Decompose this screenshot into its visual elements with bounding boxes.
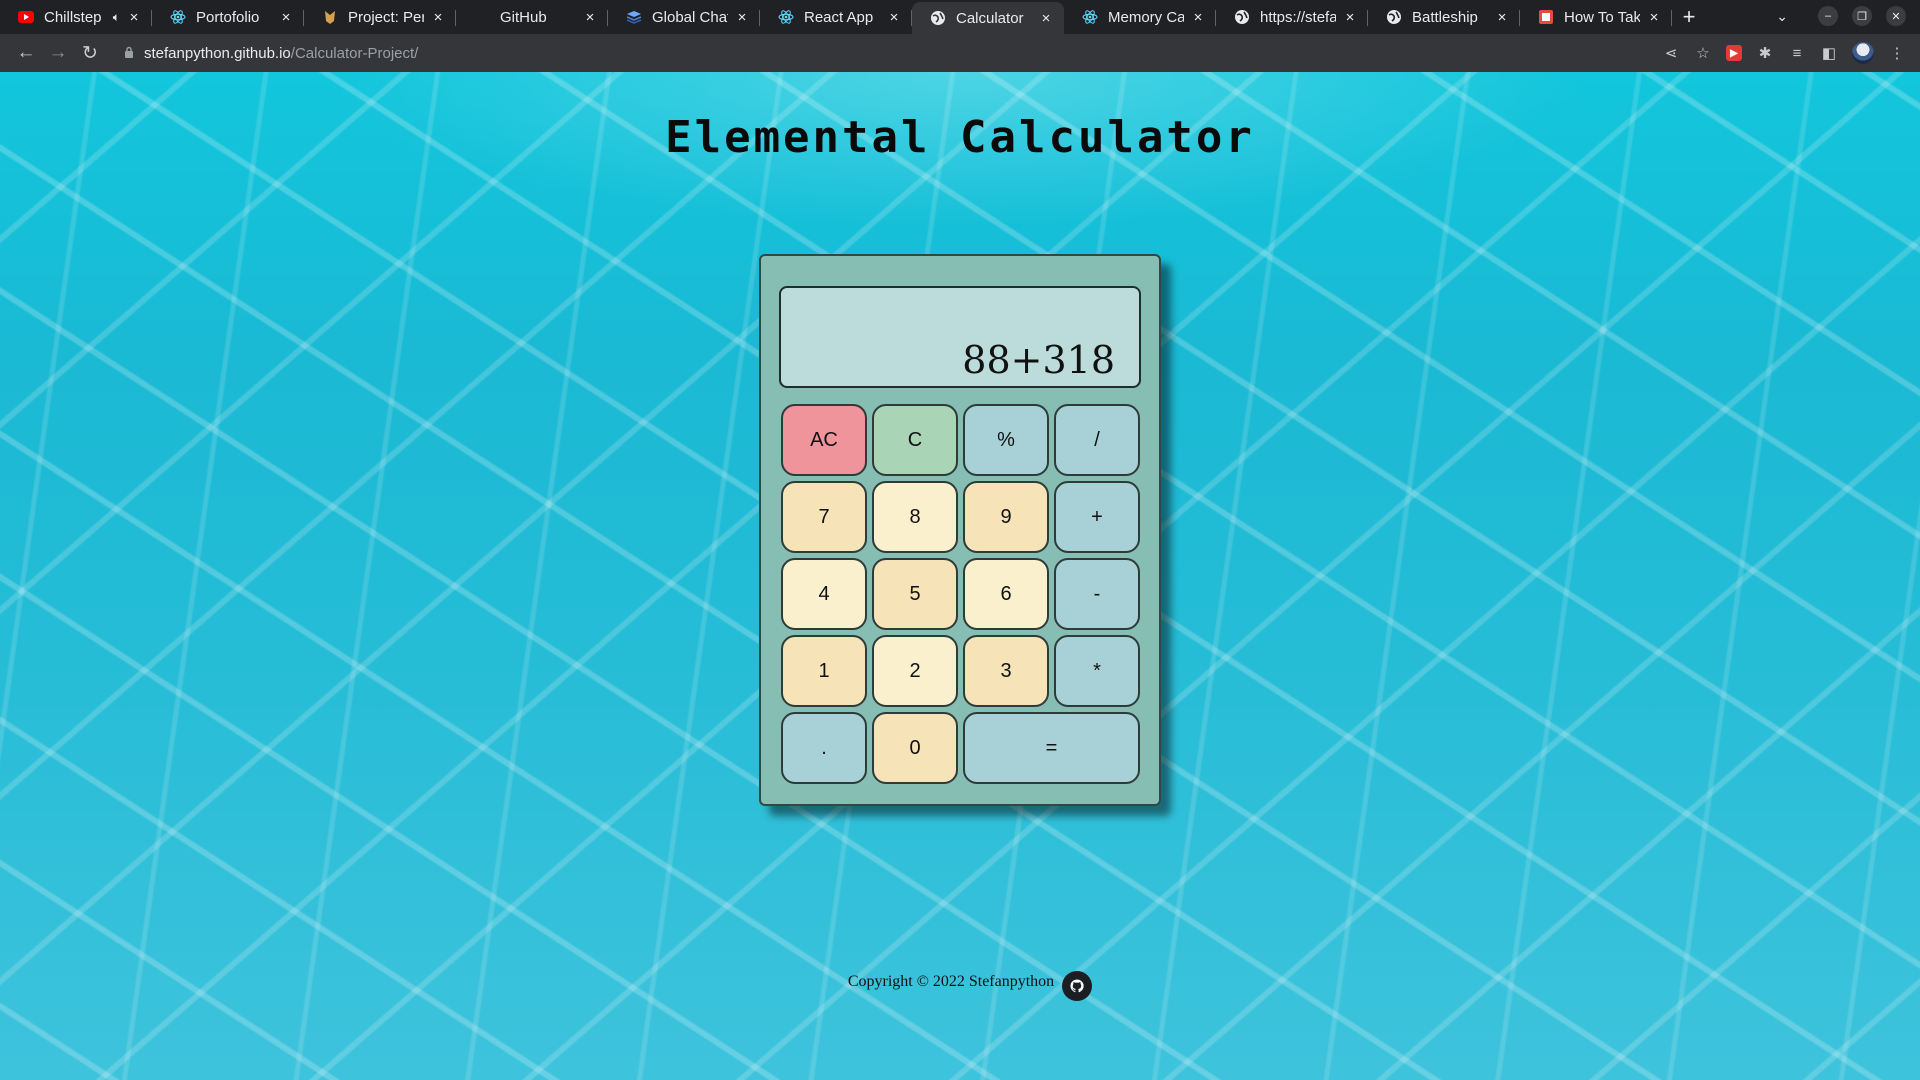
tab-memory-card[interactable]: Memory Carc × [1064, 2, 1216, 32]
close-icon[interactable]: × [126, 9, 142, 26]
globe-icon [930, 10, 946, 26]
tab-calculator[interactable]: Calculator × [912, 2, 1064, 34]
tab-battleship[interactable]: Battleship × [1368, 2, 1520, 32]
close-window-icon[interactable]: ✕ [1886, 6, 1906, 26]
key-percent[interactable]: % [963, 404, 1049, 476]
close-icon[interactable]: × [734, 9, 750, 26]
lock-icon [124, 46, 134, 61]
address-bar[interactable]: stefanpython.github.io/Calculator-Projec… [114, 38, 418, 68]
key-5[interactable]: 5 [872, 558, 958, 630]
reload-icon[interactable]: ↻ [74, 37, 106, 69]
close-icon[interactable]: × [1190, 9, 1206, 26]
close-icon[interactable]: × [1342, 9, 1358, 26]
close-icon[interactable]: × [886, 9, 902, 26]
key-minus[interactable]: - [1054, 558, 1140, 630]
close-icon[interactable]: × [1646, 9, 1662, 26]
back-icon[interactable]: ← [10, 37, 42, 69]
tab-strip: Chillstep 🔈︎ × Portofolio × Project: Per… [0, 0, 1920, 34]
key-plus[interactable]: + [1054, 481, 1140, 553]
article-icon [1538, 9, 1554, 25]
github-icon[interactable] [1062, 971, 1093, 1001]
page-content: Elemental Calculator 88+318 AC C % / 7 8… [0, 72, 1920, 1080]
calculator-display: 88+318 [779, 286, 1141, 388]
key-7[interactable]: 7 [781, 481, 867, 553]
url-path: /Calculator-Project/ [290, 44, 419, 62]
key-multiply[interactable]: * [1054, 635, 1140, 707]
media-icon[interactable]: ≡ [1788, 45, 1806, 62]
key-6[interactable]: 6 [963, 558, 1049, 630]
side-panel-icon[interactable]: ◧ [1820, 44, 1838, 62]
calculator-keypad: AC C % / 7 8 9 + 4 5 6 - 1 2 3 * . 0 = [781, 404, 1141, 784]
speaker-icon[interactable]: 🔈︎ [113, 10, 120, 25]
react-icon [1082, 9, 1098, 25]
page-title: Elemental Calculator [665, 112, 1255, 163]
odin-icon [322, 9, 338, 25]
tab-how-to-take[interactable]: How To Take × [1520, 2, 1672, 32]
toolbar-actions: ⋖ ☆ ▶ ✱ ≡ ◧ ⋮ [1662, 38, 1906, 68]
globe-icon [1386, 9, 1402, 25]
tab-search-icon[interactable]: ⌄ [1776, 8, 1788, 25]
youtube-icon [18, 9, 34, 25]
tab-chillstep[interactable]: Chillstep 🔈︎ × [0, 2, 152, 32]
close-icon[interactable]: × [1494, 9, 1510, 26]
key-9[interactable]: 9 [963, 481, 1049, 553]
tab-stefa[interactable]: https://stefa × [1216, 2, 1368, 32]
browser-toolbar: ← → ↻ stefanpython.github.io/Calculator-… [0, 34, 1920, 72]
react-icon [170, 9, 186, 25]
tab-github[interactable]: GitHub × [456, 2, 608, 32]
key-8[interactable]: 8 [872, 481, 958, 553]
close-icon[interactable]: × [278, 9, 294, 26]
globe-icon [1234, 9, 1250, 25]
minimize-icon[interactable]: – [1818, 6, 1838, 26]
share-icon[interactable]: ⋖ [1662, 44, 1680, 62]
tab-global-chat[interactable]: Global Chat × [608, 2, 760, 32]
restore-icon[interactable]: ❐ [1852, 6, 1872, 26]
copyright-text: Copyright © 2022 Stefanpython [847, 973, 1055, 990]
footer: Copyright © 2022 Stefanpython [0, 963, 1920, 1001]
react-icon [778, 9, 794, 25]
key-2[interactable]: 2 [872, 635, 958, 707]
url-host: stefanpython.github.io [144, 44, 291, 62]
key-clear[interactable]: C [872, 404, 958, 476]
close-icon[interactable]: × [430, 9, 446, 26]
avatar[interactable] [1852, 42, 1874, 64]
tab-portofolio[interactable]: Portofolio × [152, 2, 304, 32]
key-divide[interactable]: / [1054, 404, 1140, 476]
key-decimal[interactable]: . [781, 712, 867, 784]
puzzle-icon[interactable]: ✱ [1756, 44, 1774, 62]
forward-icon[interactable]: → [42, 37, 74, 69]
stack-icon [626, 9, 642, 25]
close-icon[interactable]: × [582, 9, 598, 26]
star-icon[interactable]: ☆ [1694, 44, 1712, 62]
key-4[interactable]: 4 [781, 558, 867, 630]
key-3[interactable]: 3 [963, 635, 1049, 707]
tab-react-app[interactable]: React App × [760, 2, 912, 32]
calculator: 88+318 AC C % / 7 8 9 + 4 5 6 - 1 2 3 * … [759, 254, 1161, 806]
key-equals[interactable]: = [963, 712, 1140, 784]
key-0[interactable]: 0 [872, 712, 958, 784]
window-controls: ⌄ – ❐ ✕ [1776, 6, 1906, 26]
key-ac[interactable]: AC [781, 404, 867, 476]
new-tab-button[interactable]: + [1672, 2, 1706, 32]
github-icon [474, 9, 490, 25]
extension-icon[interactable]: ▶ [1726, 45, 1742, 61]
tab-project[interactable]: Project: Pers × [304, 2, 456, 32]
key-1[interactable]: 1 [781, 635, 867, 707]
close-icon[interactable]: × [1038, 10, 1054, 27]
menu-icon[interactable]: ⋮ [1888, 44, 1906, 62]
